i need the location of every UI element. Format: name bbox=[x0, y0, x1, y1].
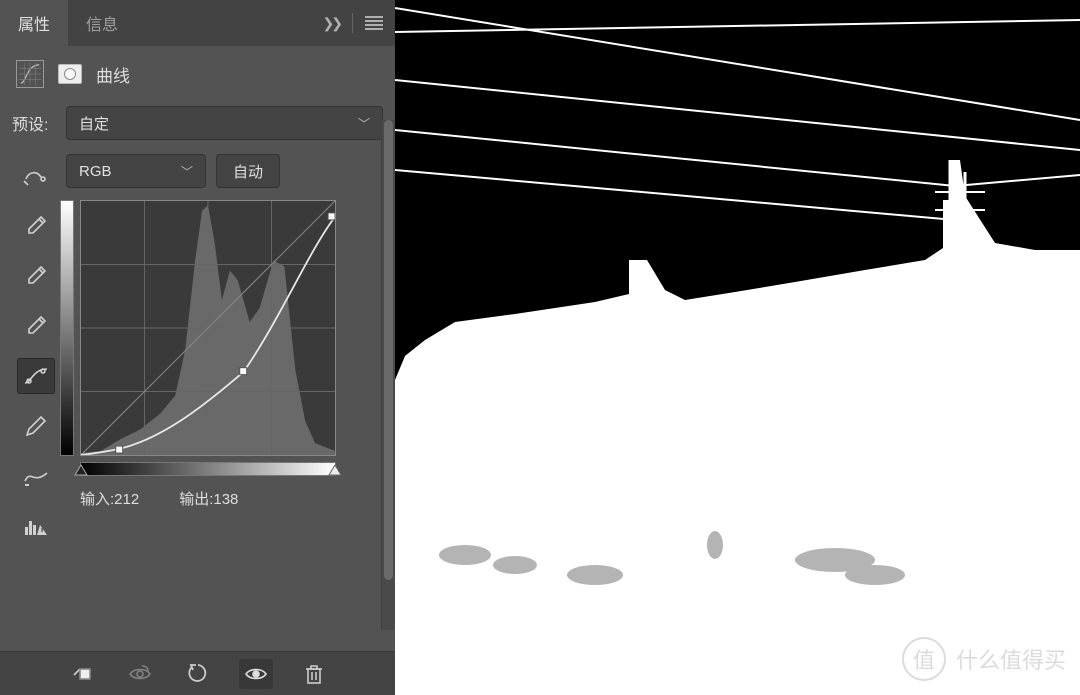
visibility-icon[interactable] bbox=[239, 659, 273, 689]
adjustment-header: 曲线 bbox=[0, 46, 395, 106]
curves-tool-column bbox=[12, 154, 60, 651]
reset-icon[interactable] bbox=[181, 659, 215, 689]
curves-icon bbox=[16, 60, 44, 88]
output-gradient bbox=[60, 200, 74, 456]
panel-scrollbar[interactable] bbox=[381, 120, 395, 630]
pencil-icon[interactable] bbox=[17, 408, 55, 444]
channel-value: RGB bbox=[79, 163, 112, 180]
auto-button[interactable]: 自动 bbox=[216, 154, 280, 188]
layer-mask-icon[interactable] bbox=[58, 64, 82, 84]
eyedropper-black-icon[interactable] bbox=[17, 208, 55, 244]
collapse-icon[interactable]: ❯❯ bbox=[323, 15, 340, 32]
preset-value: 自定 bbox=[79, 113, 109, 134]
black-point-slider[interactable] bbox=[74, 463, 88, 477]
target-adjust-icon[interactable] bbox=[17, 158, 55, 194]
scrollbar-thumb[interactable] bbox=[384, 120, 393, 580]
curve-point-icon[interactable] bbox=[17, 358, 55, 394]
tab-info[interactable]: 信息 bbox=[68, 0, 136, 46]
input-output-readout: 输入:212 输出:138 bbox=[60, 476, 383, 509]
curves-graph-area bbox=[60, 200, 383, 456]
curves-graph[interactable] bbox=[80, 200, 336, 456]
panel-menu-icon[interactable] bbox=[365, 16, 383, 30]
input-gradient[interactable] bbox=[80, 462, 336, 476]
properties-panel: 属性 信息 ❯❯ 曲线 预设: 自定 ﹀ bbox=[0, 0, 395, 695]
eyedropper-white-icon[interactable] bbox=[17, 308, 55, 344]
preset-select[interactable]: 自定 ﹀ bbox=[66, 106, 383, 140]
smooth-icon[interactable] bbox=[17, 458, 55, 494]
view-previous-icon bbox=[123, 659, 157, 689]
output-label: 输出: bbox=[179, 491, 213, 508]
panel-footer bbox=[0, 651, 395, 695]
chevron-down-icon: ﹀ bbox=[358, 115, 370, 132]
preset-label: 预设: bbox=[12, 111, 56, 135]
document-canvas[interactable]: 值 什么值得买 bbox=[395, 0, 1080, 695]
clip-to-layer-icon[interactable] bbox=[65, 659, 99, 689]
divider bbox=[352, 13, 353, 33]
eyedropper-gray-icon[interactable] bbox=[17, 258, 55, 294]
adjustment-title: 曲线 bbox=[96, 62, 130, 87]
panel-tabs: 属性 信息 ❯❯ bbox=[0, 0, 395, 46]
chevron-down-icon: ﹀ bbox=[181, 163, 193, 180]
mask-preview bbox=[395, 0, 1080, 695]
trash-icon[interactable] bbox=[297, 659, 331, 689]
output-value[interactable]: 138 bbox=[213, 491, 238, 508]
tab-properties[interactable]: 属性 bbox=[0, 0, 68, 46]
input-value[interactable]: 212 bbox=[114, 491, 139, 508]
white-point-slider[interactable] bbox=[328, 463, 342, 477]
histogram-warning-icon[interactable] bbox=[17, 508, 55, 544]
input-label: 输入: bbox=[80, 491, 114, 508]
channel-select[interactable]: RGB ﹀ bbox=[66, 154, 206, 188]
